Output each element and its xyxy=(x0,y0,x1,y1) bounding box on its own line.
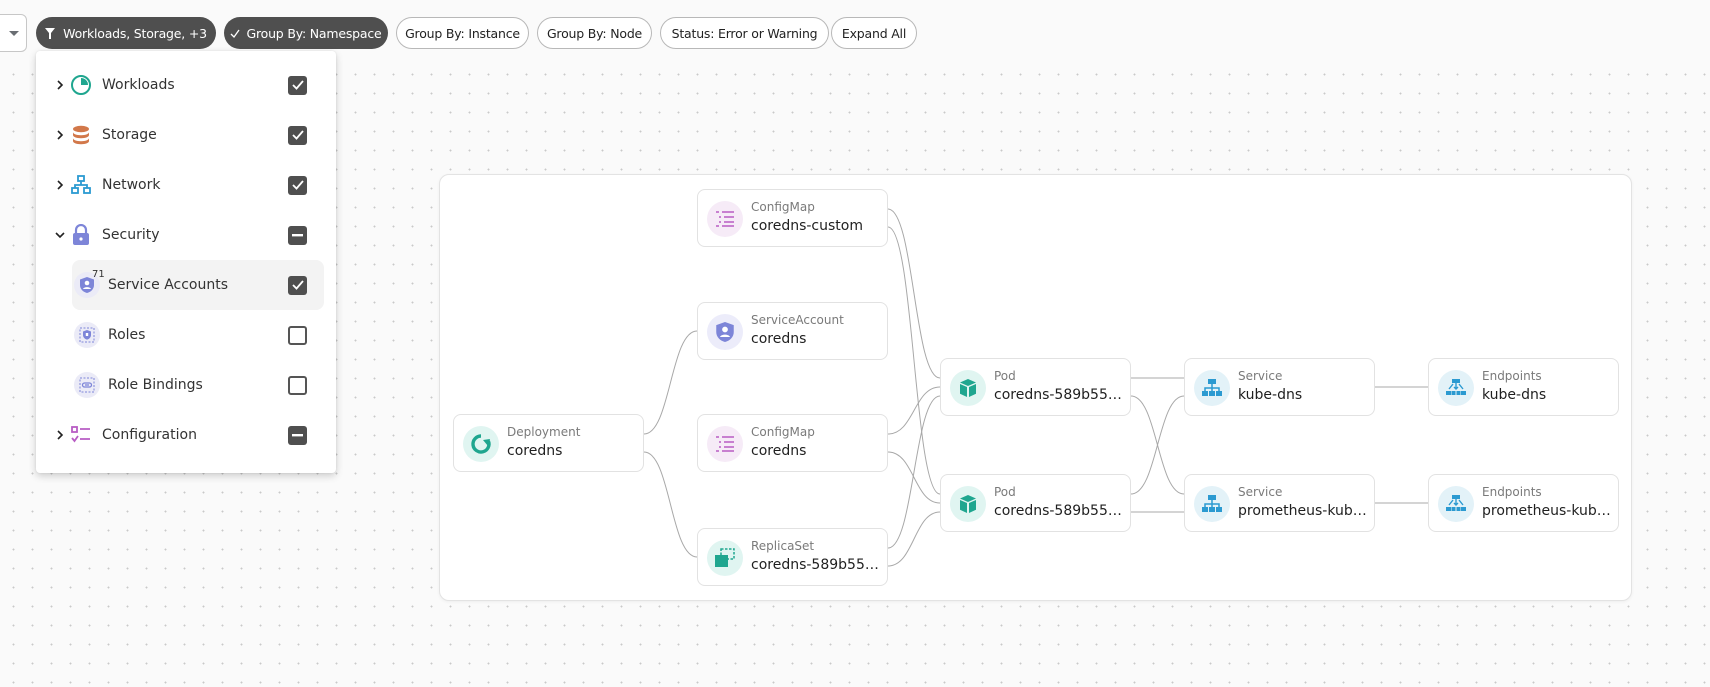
chevron-down-icon[interactable] xyxy=(54,229,66,241)
node-kind: ReplicaSet xyxy=(751,539,815,553)
pod-icon xyxy=(950,486,986,522)
chip-label: Group By: Namespace xyxy=(246,25,382,41)
service-icon xyxy=(1194,370,1230,406)
chevron-right-icon[interactable] xyxy=(54,429,66,441)
node-kind: ConfigMap xyxy=(751,200,815,214)
node-pod[interactable]: Pod coredns-589b555... xyxy=(940,474,1131,532)
node-configmap[interactable]: ConfigMap coredns-custom xyxy=(697,189,888,247)
chip-label: Group By: Node xyxy=(546,25,643,41)
filter-icon xyxy=(45,27,56,39)
filter-item-label: Network xyxy=(102,177,161,193)
view-select-dropdown[interactable] xyxy=(0,14,27,52)
node-replicaset[interactable]: ReplicaSet coredns-589b555... xyxy=(697,528,888,586)
node-name: coredns xyxy=(507,443,563,459)
check-icon xyxy=(230,29,241,38)
chevron-right-icon[interactable] xyxy=(54,129,66,141)
node-kind: ServiceAccount xyxy=(751,313,844,327)
node-kind: Service xyxy=(1238,369,1283,383)
configmap-icon xyxy=(707,426,743,462)
chip-label: Expand All xyxy=(841,25,907,41)
node-name: coredns-589b555... xyxy=(994,387,1126,403)
network-icon xyxy=(70,174,92,196)
configuration-icon xyxy=(70,424,92,446)
workloads-icon xyxy=(70,74,92,96)
status-error-warning-chip[interactable]: Status: Error or Warning xyxy=(660,17,829,49)
node-name: coredns-589b555... xyxy=(751,557,883,573)
node-kind: ConfigMap xyxy=(751,425,815,439)
checkbox-unchecked[interactable] xyxy=(288,375,307,395)
filter-item-label: Storage xyxy=(102,127,157,143)
checkbox-checked[interactable] xyxy=(288,75,307,95)
filter-item-network[interactable]: Network xyxy=(36,165,336,205)
node-kind: Service xyxy=(1238,485,1283,499)
service-account-icon xyxy=(707,314,743,350)
chip-label: Status: Error or Warning xyxy=(671,25,818,41)
filter-item-label: Configuration xyxy=(102,427,197,443)
chip-label: Group By: Instance xyxy=(405,25,520,41)
node-kind: Endpoints xyxy=(1482,485,1542,499)
filter-item-roles[interactable]: Roles xyxy=(36,315,336,355)
node-name: kube-dns xyxy=(1482,387,1547,403)
node-name: prometheus-kube... xyxy=(1238,503,1370,519)
endpoints-icon xyxy=(1438,370,1474,406)
node-serviceaccount[interactable]: ServiceAccount coredns xyxy=(697,302,888,360)
group-by-instance-chip[interactable]: Group By: Instance xyxy=(396,17,529,49)
count-badge: 71 xyxy=(92,269,105,280)
checkbox-unchecked[interactable] xyxy=(288,325,307,345)
caret-down-icon xyxy=(8,30,19,36)
endpoints-icon xyxy=(1438,486,1474,522)
filter-item-role-bindings[interactable]: Role Bindings xyxy=(36,365,336,405)
filter-item-service-accounts[interactable]: 71 Service Accounts xyxy=(72,260,324,310)
node-name: prometheus-kube... xyxy=(1482,503,1614,519)
node-service[interactable]: Service kube-dns xyxy=(1184,358,1375,416)
node-name: coredns-589b555... xyxy=(994,503,1126,519)
filter-item-workloads[interactable]: Workloads xyxy=(36,65,336,105)
node-pod[interactable]: Pod coredns-589b555... xyxy=(940,358,1131,416)
service-icon xyxy=(1194,486,1230,522)
filter-item-label: Role Bindings xyxy=(108,377,203,393)
chevron-right-icon[interactable] xyxy=(54,79,66,91)
node-configmap[interactable]: ConfigMap coredns xyxy=(697,414,888,472)
deployment-icon xyxy=(463,426,499,462)
node-name: kube-dns xyxy=(1238,387,1303,403)
checkbox-checked[interactable] xyxy=(288,175,307,195)
chevron-right-icon[interactable] xyxy=(54,179,66,191)
role-icon xyxy=(74,322,100,348)
node-service[interactable]: Service prometheus-kube... xyxy=(1184,474,1375,532)
node-deployment[interactable]: Deployment coredns xyxy=(453,414,644,472)
replicaset-icon xyxy=(707,540,743,576)
filter-item-label: Workloads xyxy=(102,77,175,93)
checkbox-indeterminate[interactable] xyxy=(288,425,307,445)
filter-item-storage[interactable]: Storage xyxy=(36,115,336,155)
filter-item-label: Service Accounts xyxy=(108,277,229,293)
node-kind: Deployment xyxy=(507,425,581,439)
configmap-icon xyxy=(707,201,743,237)
node-kind: Pod xyxy=(994,369,1016,383)
lock-icon xyxy=(70,224,92,246)
filter-item-label: Security xyxy=(102,227,160,243)
filter-item-label: Roles xyxy=(108,327,146,343)
role-binding-icon xyxy=(74,372,100,398)
filter-chip[interactable]: Workloads, Storage, +3 xyxy=(36,17,216,49)
expand-all-chip[interactable]: Expand All xyxy=(831,17,917,49)
node-kind: Endpoints xyxy=(1482,369,1542,383)
filter-item-security[interactable]: Security xyxy=(36,215,336,255)
filter-dropdown-menu: Workloads Storage Network Security 71 Se… xyxy=(36,51,336,473)
filter-chip-label: Workloads, Storage, +3 xyxy=(63,25,207,41)
group-by-node-chip[interactable]: Group By: Node xyxy=(537,17,652,49)
node-name: coredns xyxy=(751,443,807,459)
node-endpoints[interactable]: Endpoints prometheus-kube... xyxy=(1428,474,1619,532)
group-by-namespace-chip[interactable]: Group By: Namespace xyxy=(224,17,388,49)
checkbox-checked[interactable] xyxy=(288,275,307,295)
pod-icon xyxy=(950,370,986,406)
node-name: coredns-custom xyxy=(751,218,863,234)
checkbox-checked[interactable] xyxy=(288,125,307,145)
node-kind: Pod xyxy=(994,485,1016,499)
checkbox-indeterminate[interactable] xyxy=(288,225,307,245)
filter-item-configuration[interactable]: Configuration xyxy=(36,415,336,455)
node-name: coredns xyxy=(751,331,807,347)
storage-icon xyxy=(70,124,92,146)
node-endpoints[interactable]: Endpoints kube-dns xyxy=(1428,358,1619,416)
